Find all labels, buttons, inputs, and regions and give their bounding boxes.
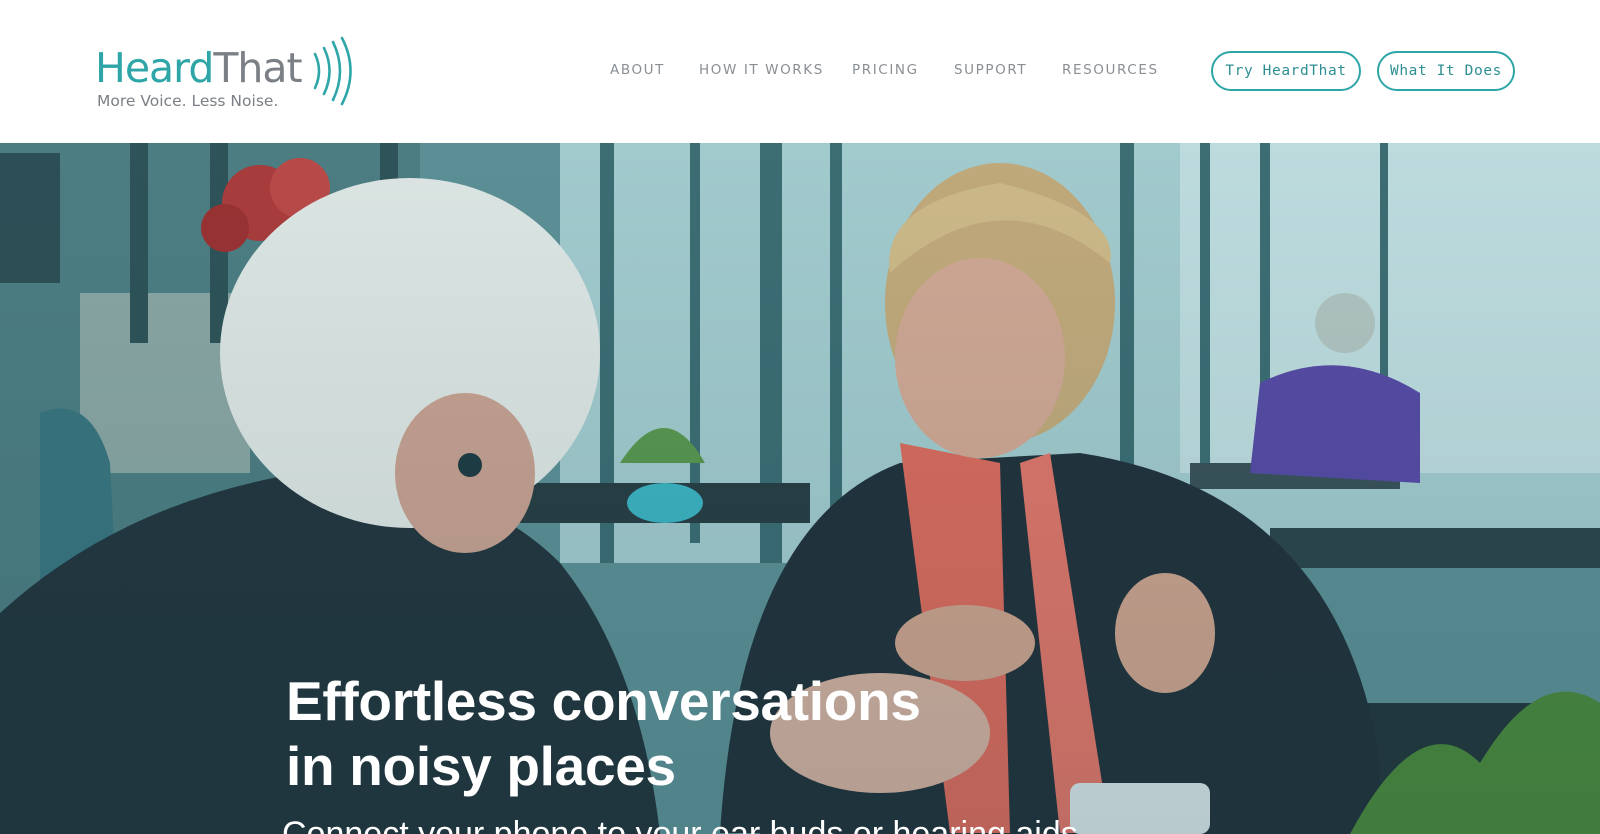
nav-item-support[interactable]: SUPPORT bbox=[954, 62, 1027, 78]
sound-waves-icon bbox=[313, 36, 352, 106]
nav-item-how-it-works[interactable]: HOW IT WORKS bbox=[699, 62, 824, 78]
hero-title: Effortless conversations in noisy places bbox=[286, 669, 1046, 799]
hero-subtitle: Connect your phone to your ear buds or h… bbox=[282, 815, 1078, 834]
try-heardthat-button[interactable]: Try HeardThat bbox=[1211, 51, 1361, 91]
hero-title-line-2: in noisy places bbox=[286, 735, 676, 797]
site-header: HeardThat More Voice. Less Noise. ABOUT … bbox=[0, 0, 1600, 143]
nav-item-resources[interactable]: RESOURCES bbox=[1062, 62, 1159, 78]
brand-tagline: More Voice. Less Noise. bbox=[97, 92, 279, 110]
brand-logo[interactable]: HeardThat More Voice. Less Noise. bbox=[95, 36, 365, 112]
what-it-does-button[interactable]: What It Does bbox=[1377, 51, 1515, 91]
nav-item-about[interactable]: ABOUT bbox=[610, 62, 665, 78]
hero-section: Effortless conversations in noisy places… bbox=[0, 143, 1600, 834]
hero-title-line-1: Effortless conversations bbox=[286, 670, 921, 732]
nav-item-pricing[interactable]: PRICING bbox=[852, 62, 919, 78]
brand-wordmark: HeardThat bbox=[95, 44, 303, 92]
